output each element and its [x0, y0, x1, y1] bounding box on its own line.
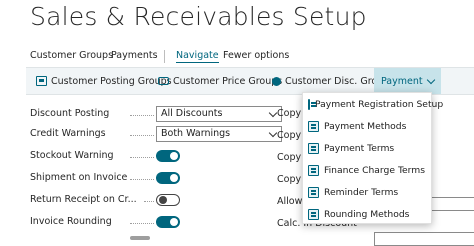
action-bar: Customer Groups Payments Navigate Fewer …: [0, 44, 474, 66]
invoice-rounding-label: Invoice Rounding: [30, 216, 112, 227]
menu-item-label: Payment Registration Setup: [315, 98, 444, 110]
action-separator: [164, 50, 165, 63]
customer-posting-groups-button[interactable]: Customer Posting Groups: [36, 68, 172, 94]
payment-terms-icon: [308, 142, 319, 154]
partial-toggle: [130, 236, 150, 240]
return-receipt-label: Return Receipt on Cr...: [30, 194, 137, 205]
menu-item-payment-registration-setup[interactable]: Payment Registration Setup: [303, 93, 443, 115]
credit-warnings-value: Both Warnings: [161, 128, 231, 139]
right-field-input[interactable]: [374, 232, 474, 246]
credit-warnings-label: Credit Warnings: [30, 128, 106, 139]
credit-warnings-row: Credit Warnings Both Warnings: [30, 126, 282, 144]
rounding-icon: [308, 208, 319, 220]
discount-posting-label: Discount Posting: [30, 108, 110, 119]
dotted-leader: [130, 135, 154, 136]
payment-menu-button[interactable]: Payment: [374, 68, 441, 94]
discount-icon: [272, 76, 281, 86]
shipment-on-invoice-label: Shipment on Invoice: [30, 172, 128, 183]
payment-methods-icon: [308, 120, 319, 132]
dotted-leader: [130, 179, 154, 180]
navigate-subbar: Customer Posting Groups Customer Price G…: [26, 67, 474, 95]
finance-charge-icon: [308, 164, 319, 176]
toggle-knob: [170, 174, 178, 182]
return-receipt-row: Return Receipt on Cr...: [30, 192, 260, 210]
chevron-down-icon: [426, 75, 435, 84]
menu-item-label: Payment Methods: [324, 120, 407, 132]
discount-posting-select[interactable]: All Discounts: [156, 106, 282, 122]
menu-item-payment-terms[interactable]: Payment Terms: [303, 137, 433, 159]
chevron-down-icon: [268, 128, 278, 138]
customer-groups-action[interactable]: Customer Groups: [30, 50, 113, 61]
invoice-rounding-row: Invoice Rounding: [30, 214, 260, 232]
menu-item-payment-methods[interactable]: Payment Methods: [303, 115, 433, 137]
menu-item-finance-charge-terms[interactable]: Finance Charge Terms: [303, 159, 433, 181]
document-icon: [36, 76, 47, 86]
shipment-on-invoice-toggle[interactable]: [156, 172, 180, 184]
stockout-warning-label: Stockout Warning: [30, 150, 114, 161]
menu-item-label: Finance Charge Terms: [324, 164, 426, 176]
page-title: Sales & Receivables Setup: [30, 2, 367, 31]
menu-item-reminder-terms[interactable]: Reminder Terms: [303, 181, 433, 203]
payment-menu-label: Payment: [381, 75, 423, 87]
toggle-knob: [170, 218, 178, 226]
chevron-down-icon: [268, 108, 278, 118]
stockout-warning-toggle[interactable]: [156, 150, 180, 162]
reminder-icon: [308, 186, 319, 198]
discount-posting-value: All Discounts: [161, 108, 223, 119]
price-tag-icon: [158, 77, 169, 85]
payment-dropdown-menu: Payment Registration Setup Payment Metho…: [302, 92, 443, 225]
toggle-knob: [170, 152, 178, 160]
shipment-on-invoice-row: Shipment on Invoice: [30, 170, 260, 188]
dotted-leader: [144, 201, 154, 202]
setup-icon: [308, 98, 316, 110]
customer-price-groups-label: Customer Price Groups: [173, 75, 283, 87]
fewer-options-button[interactable]: Fewer options: [223, 50, 289, 61]
menu-item-rounding-methods[interactable]: Rounding Methods: [303, 203, 433, 225]
customer-posting-groups-label: Customer Posting Groups: [51, 75, 172, 87]
return-receipt-toggle[interactable]: [156, 194, 180, 206]
dotted-leader: [130, 157, 154, 158]
dotted-leader: [130, 223, 154, 224]
dotted-leader: [130, 115, 154, 116]
menu-item-label: Rounding Methods: [324, 208, 410, 220]
invoice-rounding-toggle[interactable]: [156, 216, 180, 228]
customer-price-groups-button[interactable]: Customer Price Groups: [158, 68, 282, 94]
stockout-warning-row: Stockout Warning: [30, 148, 260, 166]
payments-action[interactable]: Payments: [111, 50, 158, 61]
menu-item-label: Payment Terms: [324, 142, 395, 154]
menu-item-label: Reminder Terms: [324, 186, 399, 198]
toggle-knob: [159, 196, 167, 204]
discount-posting-row: Discount Posting All Discounts: [30, 106, 282, 124]
credit-warnings-select[interactable]: Both Warnings: [156, 126, 282, 142]
navigate-tab[interactable]: Navigate: [176, 50, 219, 63]
